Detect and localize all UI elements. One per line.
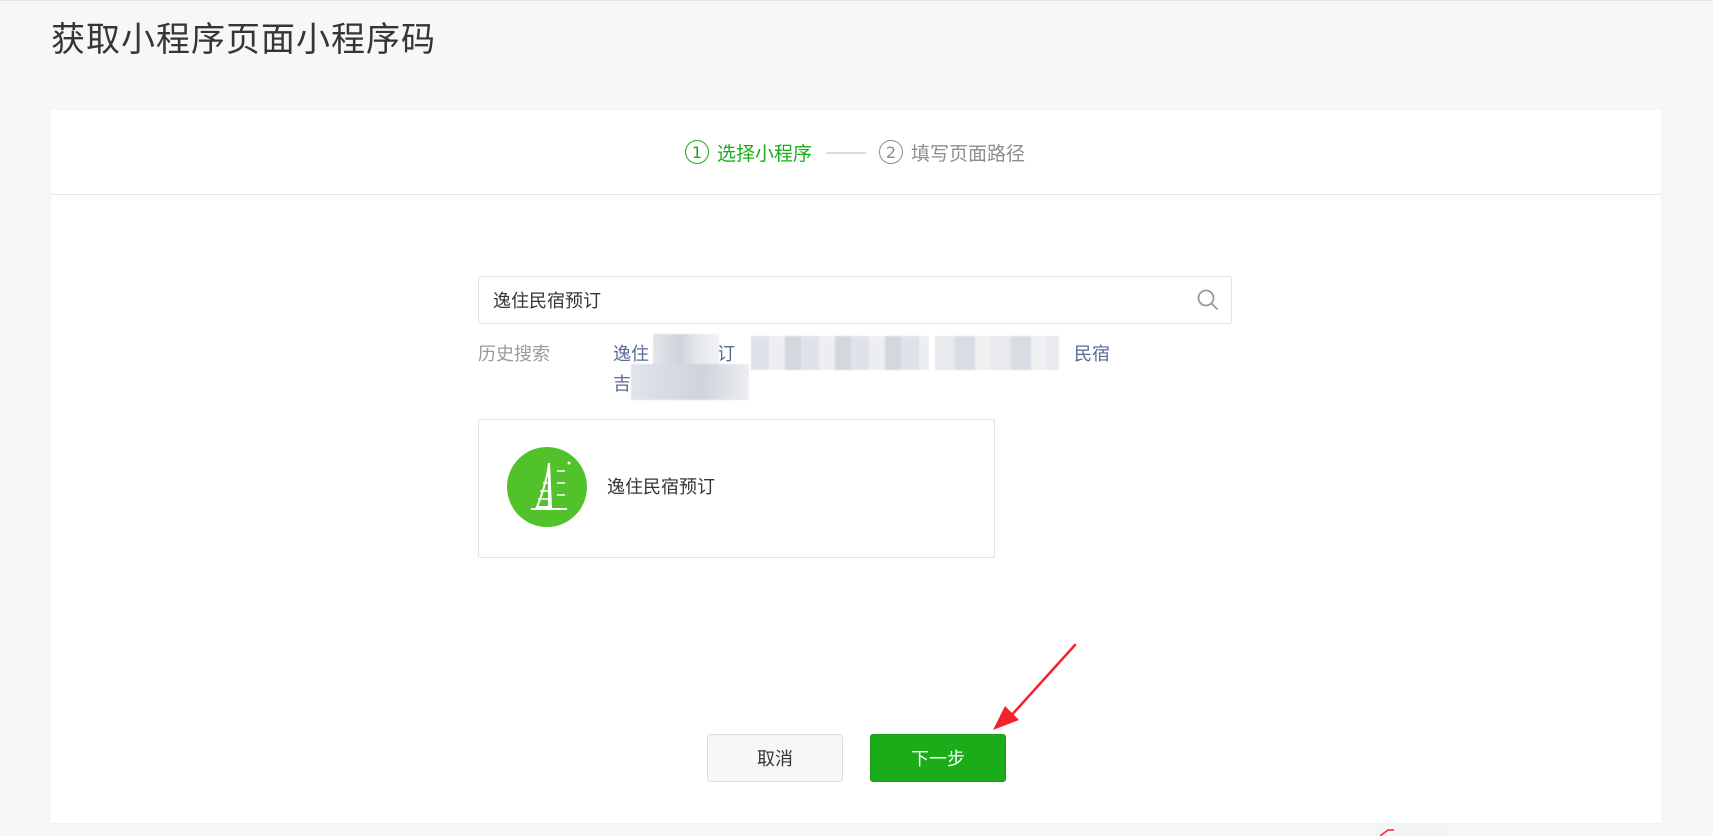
miniprogram-name: 逸住民宿预订: [607, 477, 715, 498]
history-item-3[interactable]: 民宿: [1074, 340, 1110, 366]
step-number-1: 1: [685, 140, 709, 164]
step-label-1: 选择小程序: [717, 142, 813, 165]
main-panel: 1 选择小程序 2 填写页面路径 历史搜索 逸住 订 民宿 吉: [51, 110, 1661, 823]
redacted-region: [631, 364, 749, 400]
history-item-1-tail[interactable]: 订: [717, 340, 735, 366]
step-label-2: 填写页面路径: [911, 142, 1026, 165]
miniprogram-result-card[interactable]: 逸住民宿预订: [478, 419, 995, 558]
top-border: [0, 0, 1713, 1]
search-box: [478, 276, 1232, 324]
step-indicator: 1 选择小程序 2 填写页面路径: [51, 110, 1661, 195]
step-connector: [826, 152, 866, 154]
corner-mark-icon: [1372, 828, 1448, 836]
page-title: 获取小程序页面小程序码: [51, 20, 436, 60]
redacted-region: [751, 336, 929, 370]
history-item-1[interactable]: 逸住: [613, 340, 649, 366]
cancel-button[interactable]: 取消: [707, 734, 843, 782]
redacted-region: [653, 334, 719, 366]
step-fill-page-path: 2 填写页面路径: [879, 137, 1025, 167]
search-icon[interactable]: [1195, 287, 1221, 313]
history-search-label: 历史搜索: [478, 344, 550, 365]
search-input[interactable]: [479, 277, 1169, 323]
history-item-4[interactable]: 吉: [613, 370, 631, 396]
next-step-button[interactable]: 下一步: [870, 734, 1006, 782]
history-search-list: 逸住 订 民宿 吉: [613, 334, 1173, 406]
redacted-region: [935, 336, 1059, 370]
step-select-miniprogram: 1 选择小程序: [685, 137, 812, 167]
step-number-2: 2: [879, 140, 903, 164]
annotation-arrow-icon: [993, 643, 1077, 730]
app-logo-icon: [507, 447, 587, 527]
